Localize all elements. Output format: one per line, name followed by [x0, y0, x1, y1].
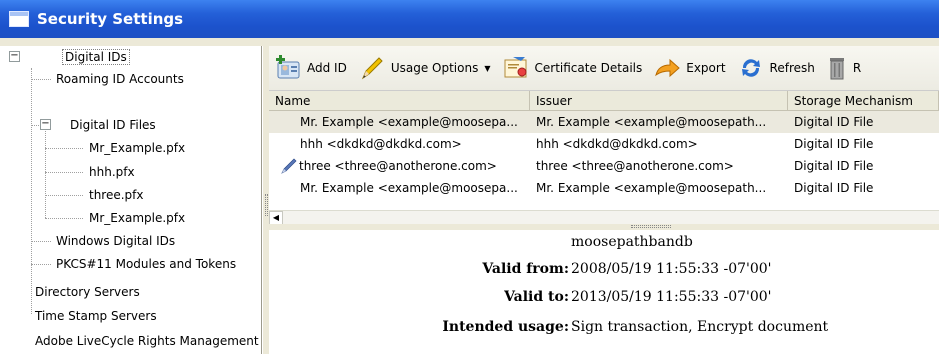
tree-item-label: Windows Digital IDs — [56, 234, 176, 248]
title-bar: Security Settings — [0, 0, 939, 38]
tree-item-time-stamp-servers[interactable]: Time Stamp Servers — [35, 305, 157, 327]
list-header: Name Issuer Storage Mechanism — [269, 91, 939, 111]
chevron-down-icon: ▼ — [484, 63, 491, 73]
column-header-storage[interactable]: Storage Mechanism — [788, 91, 939, 111]
cell-issuer: three <three@anotherone.com> — [536, 159, 734, 173]
tree-item-label: Mr_Example.pfx — [89, 211, 186, 225]
tree-item-mr-example-pfx[interactable]: Mr_Example.pfx — [89, 137, 185, 159]
certificate-details-pane: moosepathbandb Valid from: 2008/05/19 11… — [269, 230, 939, 354]
trash-icon — [827, 55, 847, 81]
remove-label: R — [852, 61, 862, 75]
tree-item-roaming-id-accounts[interactable]: Roaming ID Accounts — [56, 68, 184, 90]
valid-from-value: 2008/05/19 11:55:33 -07'00' — [571, 261, 772, 277]
cell-name: Mr. Example <example@moosepa... — [300, 181, 518, 195]
tree-item-label: Digital IDs — [62, 49, 130, 65]
column-header-name[interactable]: Name — [269, 91, 530, 111]
tree-item-label: Adobe LiveCycle Rights Management — [35, 334, 259, 348]
window-title: Security Settings — [37, 10, 184, 28]
valid-to-label: Valid to: — [504, 289, 569, 305]
table-row[interactable]: Mr. Example <example@moosepa... Mr. Exam… — [269, 111, 939, 133]
valid-to-value: 2013/05/19 11:55:33 -07'00' — [571, 289, 772, 305]
tree-item-adobe-livecycle[interactable]: Adobe LiveCycle Rights Management — [35, 330, 259, 352]
pen-icon — [281, 158, 297, 174]
table-row[interactable]: Mr. Example <example@moosepa... Mr. Exam… — [269, 177, 939, 199]
tree-item-directory-servers[interactable]: Directory Servers — [35, 281, 140, 303]
tree-item-three-pfx[interactable]: three.pfx — [89, 184, 144, 206]
tree-item-mr-example-pfx-2[interactable]: Mr_Example.pfx — [89, 207, 185, 229]
tree-item-label: hhh.pfx — [89, 165, 135, 179]
refresh-button[interactable]: Refresh — [732, 50, 821, 86]
digital-id-list: Name Issuer Storage Mechanism Mr. Exampl… — [269, 90, 939, 210]
cell-storage: Digital ID File — [794, 181, 874, 195]
vertical-splitter[interactable] — [262, 46, 269, 354]
export-button[interactable]: Export — [648, 50, 731, 86]
tree-item-label: Digital ID Files — [70, 118, 156, 132]
add-id-label: Add ID — [307, 61, 347, 75]
cell-storage: Digital ID File — [794, 115, 874, 129]
certificate-details-label: Certificate Details — [534, 61, 643, 75]
intended-usage-value: Sign transaction, Encrypt document — [571, 319, 829, 335]
refresh-label: Refresh — [769, 61, 815, 75]
cell-issuer: hhh <dkdkd@dkdkd.com> — [536, 137, 698, 151]
cell-name: three <three@anotherone.com> — [299, 159, 497, 173]
export-arrow-icon — [654, 55, 681, 81]
usage-options-label: Usage Options — [390, 61, 479, 75]
certificate-subject: moosepathbandb — [571, 234, 693, 250]
tree-item-label: Roaming ID Accounts — [56, 72, 184, 86]
tree-item-label: Directory Servers — [35, 285, 140, 299]
collapse-digital-ids-icon[interactable]: − — [9, 51, 20, 62]
scroll-left-icon[interactable]: ◀ — [269, 211, 283, 225]
cell-issuer: Mr. Example <example@moosepath... — [536, 181, 767, 195]
tree-item-windows-digital-ids[interactable]: Windows Digital IDs — [56, 230, 175, 252]
tree-item-label: PKCS#11 Modules and Tokens — [56, 257, 237, 271]
add-id-button[interactable]: Add ID — [269, 50, 353, 86]
export-label: Export — [686, 61, 726, 75]
cell-storage: Digital ID File — [794, 159, 874, 173]
column-header-issuer[interactable]: Issuer — [530, 91, 788, 111]
cell-name: Mr. Example <example@moosepa... — [300, 115, 518, 129]
window-icon — [9, 11, 29, 27]
cell-name: hhh <dkdkd@dkdkd.com> — [300, 137, 462, 151]
tree-item-hhh-pfx[interactable]: hhh.pfx — [89, 161, 135, 183]
tree-item-digital-id-files[interactable]: Digital ID Files — [70, 114, 156, 136]
tree-item-label: Time Stamp Servers — [35, 309, 157, 323]
toolbar: Add ID Usage Options ▼ Certificate Detai… — [269, 46, 939, 90]
table-row[interactable]: three <three@anotherone.com> three <thre… — [269, 155, 939, 177]
certificate-details-button[interactable]: Certificate Details — [497, 50, 649, 86]
cell-storage: Digital ID File — [794, 137, 874, 151]
certificate-icon — [503, 55, 529, 81]
intended-usage-label: Intended usage: — [442, 319, 569, 335]
add-id-icon — [275, 55, 301, 81]
horizontal-scrollbar[interactable]: ◀ — [269, 210, 939, 225]
navigation-tree: − − Digital IDs Roaming ID Accounts Digi… — [0, 46, 262, 354]
valid-from-label: Valid from: — [482, 261, 569, 277]
refresh-icon — [738, 55, 764, 81]
usage-options-button[interactable]: Usage Options ▼ — [353, 50, 497, 86]
pencil-icon — [359, 55, 385, 81]
table-row[interactable]: hhh <dkdkd@dkdkd.com> hhh <dkdkd@dkdkd.c… — [269, 133, 939, 155]
tree-item-label: Mr_Example.pfx — [89, 141, 186, 155]
cell-issuer: Mr. Example <example@moosepath... — [536, 115, 767, 129]
tree-item-digital-ids[interactable]: Digital IDs — [62, 46, 130, 68]
tree-item-pkcs11-modules[interactable]: PKCS#11 Modules and Tokens — [56, 253, 236, 275]
collapse-digital-id-files-icon[interactable]: − — [40, 119, 51, 130]
tree-item-label: three.pfx — [89, 188, 144, 202]
remove-button[interactable]: R — [821, 50, 861, 86]
